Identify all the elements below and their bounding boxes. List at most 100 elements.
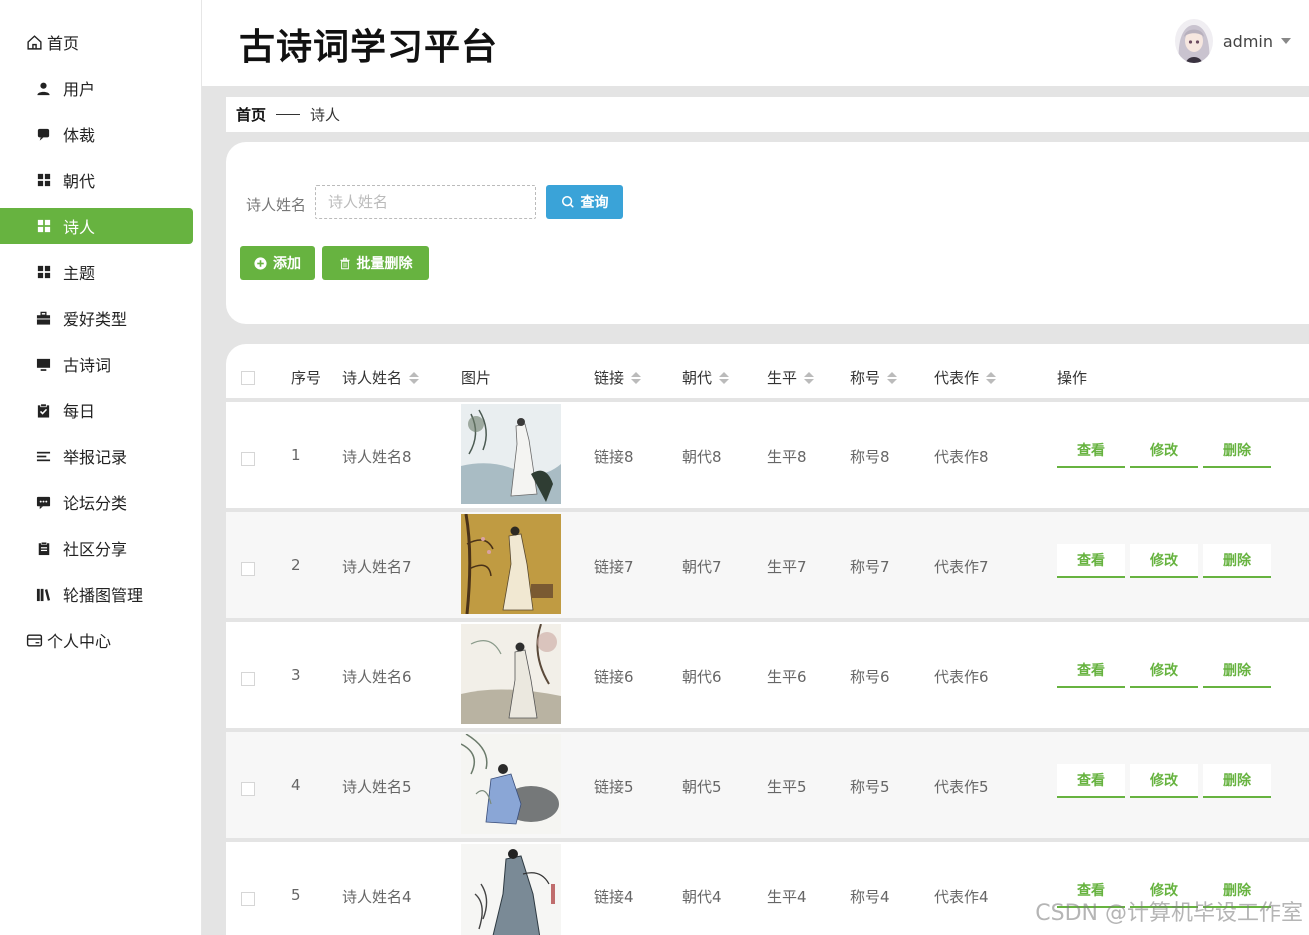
sidebar-item-user[interactable]: 用户 bbox=[0, 65, 201, 111]
row-checkbox[interactable] bbox=[241, 672, 255, 686]
table-row: 3 诗人姓名6 链接6 朝代6 生平6 称号6 代表作6 查看 修改 删除 bbox=[226, 622, 1309, 728]
cell-index: 4 bbox=[291, 776, 301, 794]
sidebar-item-label: 个人中心 bbox=[47, 632, 112, 651]
message-icon bbox=[35, 494, 52, 511]
query-button-label: 查询 bbox=[580, 195, 609, 211]
poet-image bbox=[461, 404, 561, 504]
cell-title: 称号7 bbox=[850, 558, 890, 576]
column-header-work[interactable]: 代表作 bbox=[934, 367, 997, 388]
sidebar-item-genre[interactable]: 体裁 bbox=[0, 111, 201, 157]
cell-bio: 生平5 bbox=[767, 778, 807, 796]
cell-index: 5 bbox=[291, 886, 301, 904]
sidebar-item-profile[interactable]: 个人中心 bbox=[0, 617, 201, 663]
column-header-title[interactable]: 称号 bbox=[850, 367, 898, 388]
query-button[interactable]: 查询 bbox=[546, 185, 623, 219]
search-icon bbox=[561, 195, 575, 209]
column-header-actions: 操作 bbox=[1057, 369, 1088, 387]
view-button[interactable]: 查看 bbox=[1057, 764, 1125, 798]
sidebar-item-forum-category[interactable]: 论坛分类 bbox=[0, 479, 201, 525]
sidebar-item-poems[interactable]: 古诗词 bbox=[0, 341, 201, 387]
monitor-icon bbox=[35, 356, 52, 373]
sidebar-item-daily[interactable]: 每日 bbox=[0, 387, 201, 433]
poet-image bbox=[461, 624, 561, 724]
edit-button[interactable]: 修改 bbox=[1130, 654, 1198, 688]
home-icon bbox=[26, 34, 43, 51]
sort-icon[interactable] bbox=[719, 371, 730, 384]
search-panel: 诗人姓名 查询 添加 批量删除 bbox=[226, 142, 1309, 324]
sidebar-item-label: 朝代 bbox=[63, 172, 96, 191]
sidebar: 首页 用户 体裁 朝代 诗人 主题 爱好类型 古诗词 每日 举报记录 论坛分类 … bbox=[0, 0, 202, 935]
search-label: 诗人姓名 bbox=[246, 196, 307, 214]
cell-dynasty: 朝代8 bbox=[682, 448, 722, 466]
sidebar-item-theme[interactable]: 主题 bbox=[0, 249, 201, 295]
edit-button[interactable]: 修改 bbox=[1130, 434, 1198, 468]
sidebar-item-dynasty[interactable]: 朝代 bbox=[0, 157, 201, 203]
sidebar-item-home[interactable]: 首页 bbox=[0, 19, 201, 65]
breadcrumb-separator bbox=[276, 114, 301, 115]
row-checkbox[interactable] bbox=[241, 452, 255, 466]
username: admin bbox=[1222, 31, 1273, 51]
view-button[interactable]: 查看 bbox=[1057, 544, 1125, 578]
cell-name: 诗人姓名8 bbox=[342, 448, 412, 466]
card-icon bbox=[26, 632, 43, 649]
poet-image bbox=[461, 844, 561, 935]
column-header-link[interactable]: 链接 bbox=[594, 367, 642, 388]
watermark: CSDN @计算机毕设工作室 bbox=[1035, 901, 1303, 926]
add-button-label: 添加 bbox=[273, 256, 301, 272]
sidebar-item-carousel[interactable]: 轮播图管理 bbox=[0, 571, 201, 617]
sidebar-item-label: 首页 bbox=[47, 34, 80, 53]
cell-bio: 生平4 bbox=[767, 888, 807, 906]
sort-icon[interactable] bbox=[804, 371, 815, 384]
sort-icon[interactable] bbox=[409, 371, 420, 384]
sidebar-item-label: 体裁 bbox=[63, 126, 96, 145]
cell-link: 链接8 bbox=[594, 448, 634, 466]
sidebar-item-reports[interactable]: 举报记录 bbox=[0, 433, 201, 479]
sort-icon[interactable] bbox=[887, 371, 898, 384]
delete-button[interactable]: 删除 bbox=[1203, 764, 1271, 798]
sidebar-item-label: 用户 bbox=[63, 80, 96, 99]
cell-dynasty: 朝代5 bbox=[682, 778, 722, 796]
sidebar-item-label: 诗人 bbox=[63, 218, 96, 237]
sort-icon[interactable] bbox=[631, 371, 642, 384]
avatar bbox=[1174, 19, 1213, 63]
view-button[interactable]: 查看 bbox=[1057, 434, 1125, 468]
delete-button[interactable]: 删除 bbox=[1203, 434, 1271, 468]
cell-name: 诗人姓名7 bbox=[342, 558, 412, 576]
chat-icon bbox=[35, 126, 52, 143]
cell-work: 代表作8 bbox=[934, 448, 989, 466]
poet-image bbox=[461, 734, 561, 834]
table-header: 序号 诗人姓名 图片 链接 朝代 生平 称号 代表作 操作 bbox=[226, 344, 1309, 402]
poet-name-input[interactable] bbox=[315, 185, 536, 219]
select-all-checkbox[interactable] bbox=[241, 371, 255, 385]
column-header-dynasty[interactable]: 朝代 bbox=[682, 367, 730, 388]
row-checkbox[interactable] bbox=[241, 782, 255, 796]
row-checkbox[interactable] bbox=[241, 892, 255, 906]
row-checkbox[interactable] bbox=[241, 562, 255, 576]
column-header-name[interactable]: 诗人姓名 bbox=[342, 367, 420, 388]
table-row: 2 诗人姓名7 链接7 朝代7 生平7 称号7 代表作7 查看 修改 删除 bbox=[226, 512, 1309, 618]
sort-icon[interactable] bbox=[986, 371, 997, 384]
list-icon bbox=[35, 448, 52, 465]
sidebar-item-community-share[interactable]: 社区分享 bbox=[0, 525, 201, 571]
cell-work: 代表作6 bbox=[934, 668, 989, 686]
edit-button[interactable]: 修改 bbox=[1130, 544, 1198, 578]
top-header: 古诗词学习平台 admin bbox=[202, 0, 1309, 86]
column-header-bio[interactable]: 生平 bbox=[767, 367, 815, 388]
user-menu[interactable]: admin bbox=[1174, 19, 1291, 63]
cell-dynasty: 朝代6 bbox=[682, 668, 722, 686]
sidebar-menu: 首页 用户 体裁 朝代 诗人 主题 爱好类型 古诗词 每日 举报记录 论坛分类 … bbox=[0, 0, 201, 663]
sidebar-item-poet[interactable]: 诗人 bbox=[0, 208, 193, 244]
cell-link: 链接4 bbox=[594, 888, 634, 906]
breadcrumb-home[interactable]: 首页 bbox=[236, 104, 266, 125]
briefcase-icon bbox=[35, 310, 52, 327]
edit-button[interactable]: 修改 bbox=[1130, 764, 1198, 798]
add-button[interactable]: 添加 bbox=[240, 246, 315, 280]
sidebar-item-hobby-type[interactable]: 爱好类型 bbox=[0, 295, 201, 341]
delete-button[interactable]: 删除 bbox=[1203, 654, 1271, 688]
view-button[interactable]: 查看 bbox=[1057, 654, 1125, 688]
books-icon bbox=[35, 586, 52, 603]
sidebar-item-label: 古诗词 bbox=[63, 356, 112, 375]
batch-delete-button[interactable]: 批量删除 bbox=[322, 246, 429, 280]
delete-button[interactable]: 删除 bbox=[1203, 544, 1271, 578]
poet-table: 序号 诗人姓名 图片 链接 朝代 生平 称号 代表作 操作 1 诗人姓名8 链接… bbox=[226, 344, 1309, 935]
